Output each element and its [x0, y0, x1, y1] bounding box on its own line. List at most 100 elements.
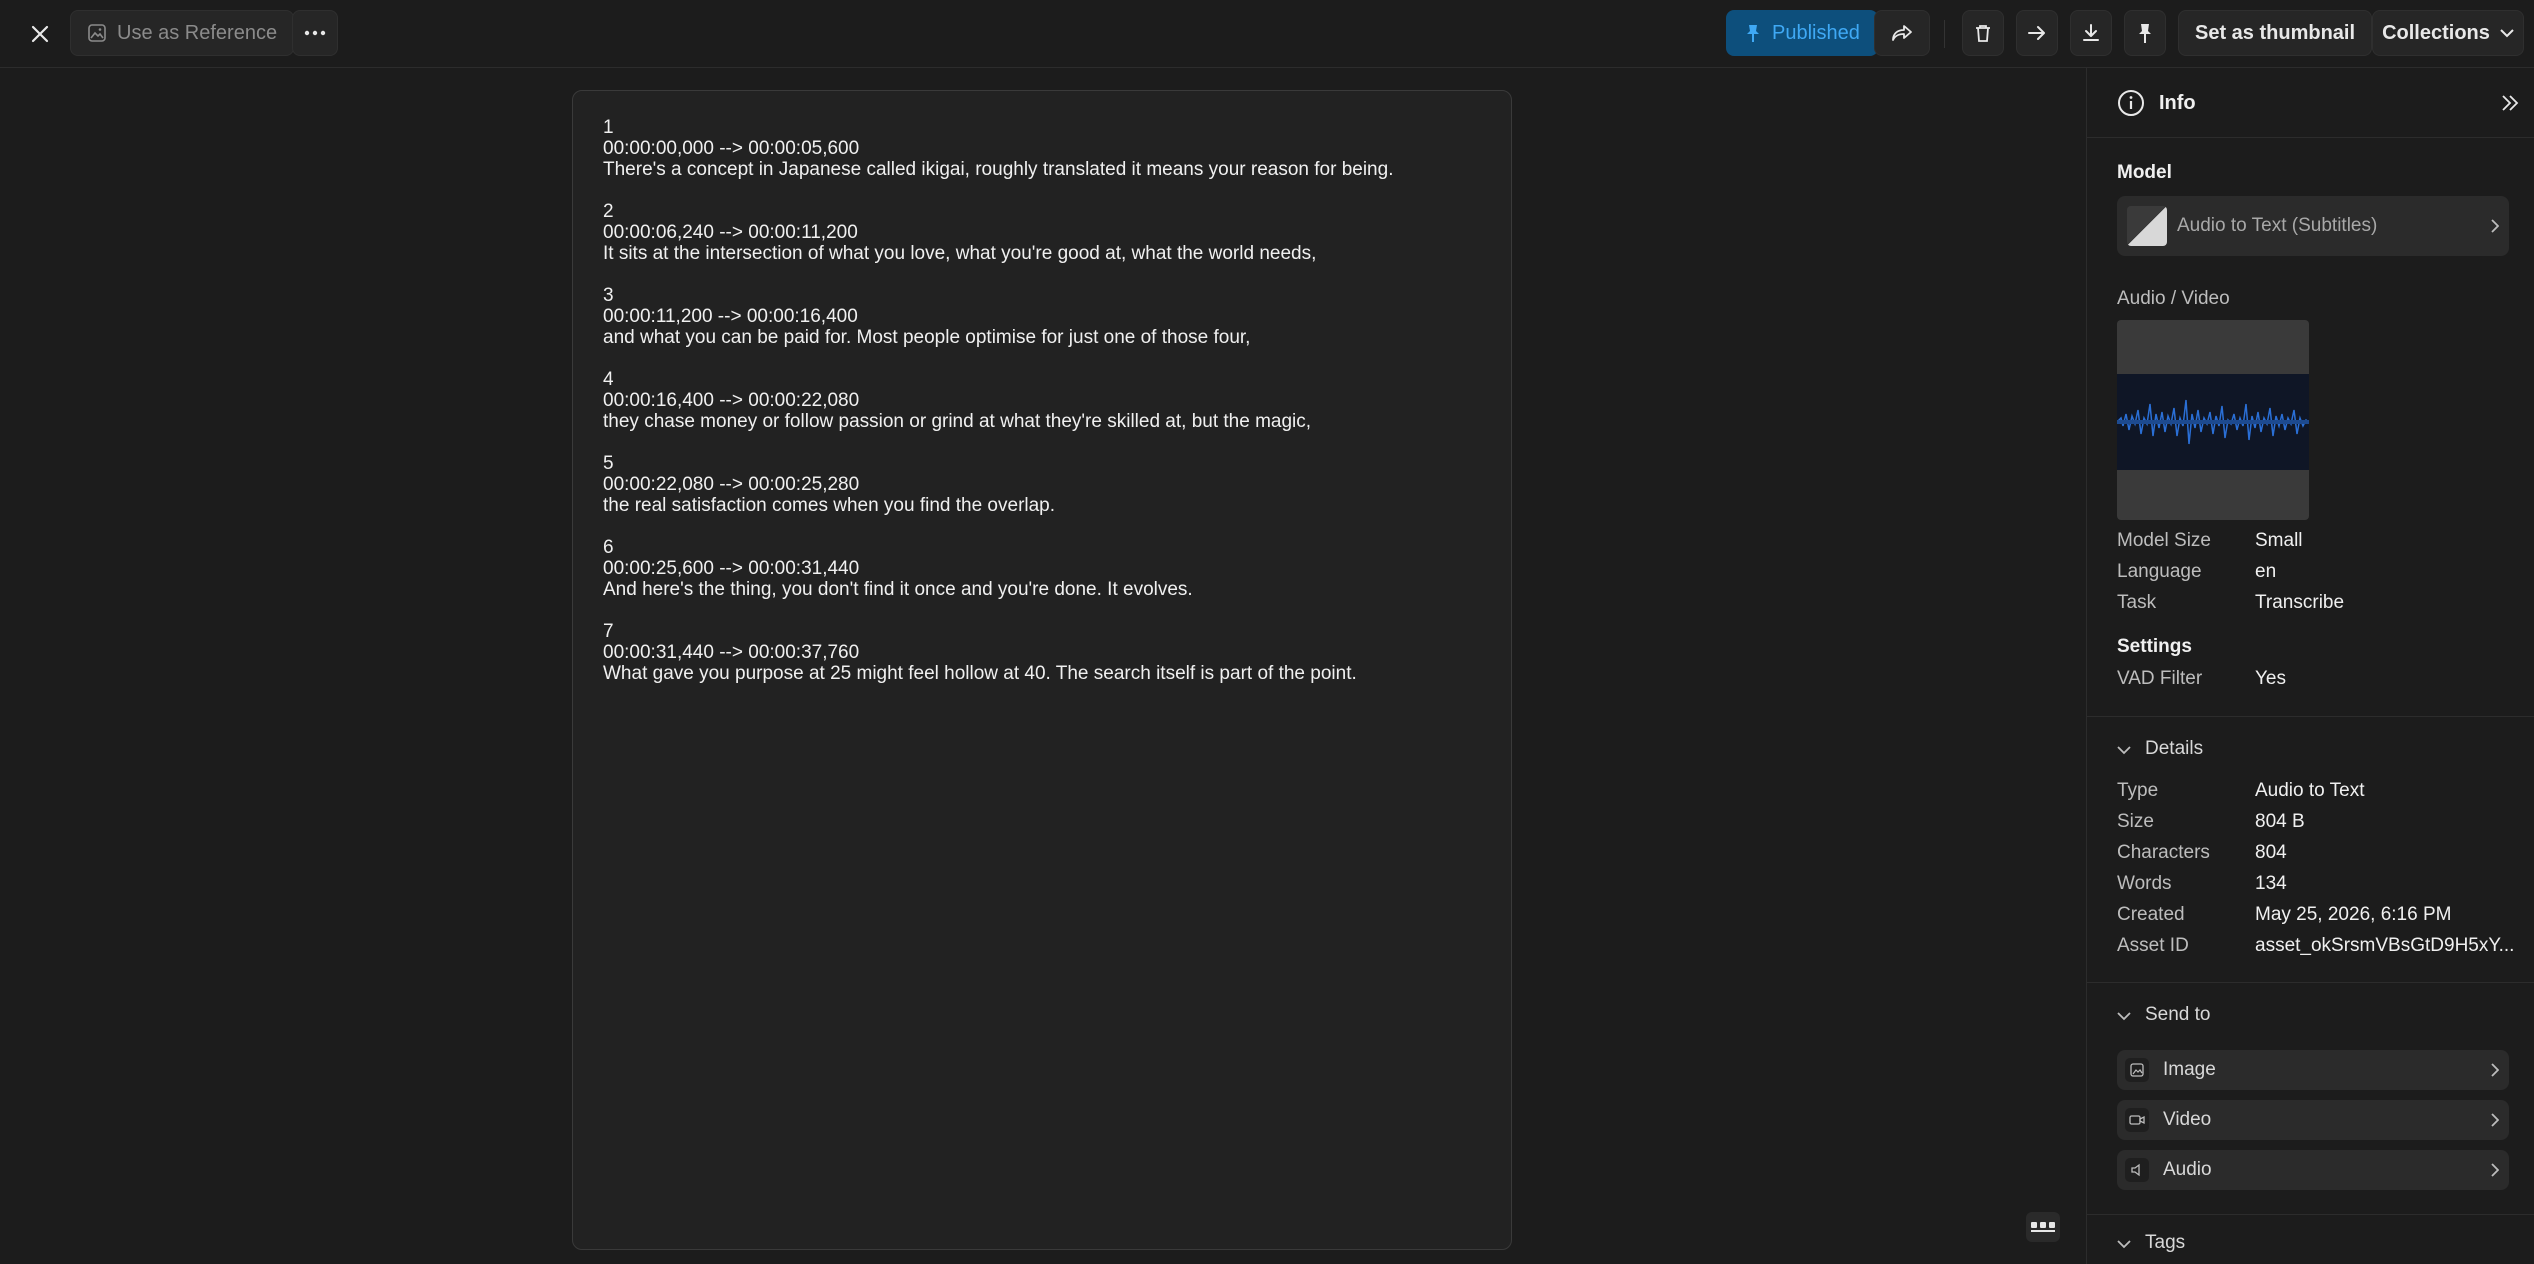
toolbar-divider: [1944, 20, 1945, 48]
send-to-video-button[interactable]: Video: [2117, 1100, 2509, 1140]
section-divider: [2087, 982, 2534, 983]
info-icon: [2118, 90, 2144, 116]
image-icon: [2125, 1058, 2149, 1082]
set-thumbnail-button[interactable]: Set as thumbnail: [2178, 10, 2373, 56]
top-toolbar: Use as Reference Published Set as thumbn…: [0, 0, 2534, 68]
param-label: Model Size: [2117, 530, 2211, 551]
download-button[interactable]: [2070, 10, 2112, 56]
detail-label: Created: [2117, 904, 2185, 925]
waveform-image: [2117, 374, 2309, 470]
model-heading: Model: [2117, 162, 2172, 183]
published-button[interactable]: Published: [1726, 10, 1878, 56]
subtitle-cue: 6 00:00:25,600 --> 00:00:31,440 And here…: [603, 537, 1481, 600]
section-divider: [2087, 1214, 2534, 1215]
panel-title: Info: [2159, 92, 2196, 114]
collections-label: Collections: [2382, 21, 2490, 44]
cue-index: 3: [603, 285, 614, 306]
detail-value: Audio to Text: [2255, 780, 2365, 801]
model-thumbnail: [2127, 206, 2167, 246]
close-button[interactable]: [20, 14, 60, 54]
asset-id-value[interactable]: asset_okSrsmVBsGtD9H5xY...: [2255, 935, 2531, 957]
delete-button[interactable]: [1962, 10, 2004, 56]
cue-text: There's a concept in Japanese called iki…: [603, 159, 1394, 180]
cue-text: What gave you purpose at 25 might feel h…: [603, 663, 1357, 684]
cue-timestamp: 00:00:25,600 --> 00:00:31,440: [603, 558, 860, 579]
param-value: Small: [2255, 530, 2303, 551]
subtitle-cue: 1 00:00:00,000 --> 00:00:05,600 There's …: [603, 117, 1481, 180]
chevron-right-icon: [2491, 219, 2499, 233]
model-name: Audio to Text (Subtitles): [2177, 215, 2378, 236]
chevron-right-icon: [2491, 1113, 2499, 1127]
cue-text: It sits at the intersection of what you …: [603, 243, 1317, 264]
detail-value: May 25, 2026, 6:16 PM: [2255, 904, 2452, 925]
cue-timestamp: 00:00:31,440 --> 00:00:37,760: [603, 642, 860, 663]
param-label: Task: [2117, 592, 2157, 613]
detail-value: 804: [2255, 842, 2287, 863]
send-item-label: Video: [2163, 1109, 2212, 1130]
tags-toggle[interactable]: Tags: [2117, 1230, 2317, 1260]
more-options-button[interactable]: [292, 10, 338, 56]
param-value: en: [2255, 561, 2277, 582]
send-to-image-button[interactable]: Image: [2117, 1050, 2509, 1090]
set-thumbnail-label: Set as thumbnail: [2195, 21, 2356, 44]
keyboard-shortcuts-button[interactable]: [2026, 1212, 2060, 1242]
tags-heading: Tags: [2145, 1232, 2186, 1253]
send-to-heading: Send to: [2145, 1004, 2211, 1025]
setting-value: Yes: [2255, 668, 2286, 689]
detail-label: Type: [2117, 780, 2159, 801]
detail-label: Characters: [2117, 842, 2210, 863]
cue-index: 7: [603, 621, 614, 642]
collections-dropdown[interactable]: Collections: [2372, 10, 2524, 56]
details-toggle[interactable]: Details: [2117, 736, 2317, 766]
send-to-toggle[interactable]: Send to: [2117, 1002, 2317, 1032]
collapse-panel-icon[interactable]: [2501, 94, 2519, 112]
send-item-label: Image: [2163, 1059, 2216, 1080]
chevron-right-icon: [2491, 1063, 2499, 1077]
chevron-down-icon: [2117, 1012, 2131, 1021]
pin-icon: [1747, 25, 1759, 42]
cue-text: the real satisfaction comes when you fin…: [603, 495, 1056, 516]
audio-preview[interactable]: [2117, 320, 2309, 520]
published-label: Published: [1772, 21, 1860, 44]
settings-heading: Settings: [2117, 636, 2192, 657]
chevron-down-icon: [2117, 1240, 2131, 1249]
cue-timestamp: 00:00:22,080 --> 00:00:25,280: [603, 474, 860, 495]
param-label: Language: [2117, 561, 2202, 582]
subtitle-cue: 2 00:00:06,240 --> 00:00:11,200 It sits …: [603, 201, 1481, 264]
detail-value: 804 B: [2255, 811, 2305, 832]
video-camera-icon: [2125, 1108, 2149, 1132]
detail-label: Words: [2117, 873, 2172, 894]
detail-value: 134: [2255, 873, 2287, 894]
subtitle-cue: 3 00:00:11,200 --> 00:00:16,400 and what…: [603, 285, 1481, 348]
section-divider: [2087, 716, 2534, 717]
cue-text: and what you can be paid for. Most peopl…: [603, 327, 1251, 348]
close-icon: [31, 25, 49, 43]
model-selector[interactable]: Audio to Text (Subtitles): [2117, 196, 2509, 256]
subtitle-document[interactable]: 1 00:00:00,000 --> 00:00:05,600 There's …: [572, 90, 1512, 1250]
use-as-reference-button[interactable]: Use as Reference: [70, 10, 295, 56]
pin-button[interactable]: [2124, 10, 2166, 56]
cue-index: 6: [603, 537, 614, 558]
cue-timestamp: 00:00:16,400 --> 00:00:22,080: [603, 390, 860, 411]
share-button[interactable]: [1874, 10, 1930, 56]
subtitle-cue: 5 00:00:22,080 --> 00:00:25,280 the real…: [603, 453, 1481, 516]
chevron-down-icon: [2500, 28, 2514, 37]
next-button[interactable]: [2016, 10, 2058, 56]
cue-text: they chase money or follow passion or gr…: [603, 411, 1312, 432]
cue-timestamp: 00:00:11,200 --> 00:00:16,400: [603, 306, 858, 327]
cue-index: 1: [603, 117, 614, 138]
media-heading: Audio / Video: [2117, 288, 2230, 309]
download-icon: [2083, 24, 2099, 41]
subtitle-cue: 7 00:00:31,440 --> 00:00:37,760 What gav…: [603, 621, 1481, 684]
send-item-label: Audio: [2163, 1159, 2212, 1180]
details-heading: Details: [2145, 738, 2204, 759]
param-value: Transcribe: [2255, 592, 2345, 613]
detail-label: Size: [2117, 811, 2154, 832]
waveform-graphic: [2117, 399, 2309, 445]
arrow-right-icon: [2028, 26, 2045, 40]
pin-icon: [2139, 24, 2151, 43]
cue-index: 5: [603, 453, 614, 474]
grid-dots-icon: [2031, 1222, 2055, 1232]
detail-label: Asset ID: [2117, 935, 2189, 956]
send-to-audio-button[interactable]: Audio: [2117, 1150, 2509, 1190]
